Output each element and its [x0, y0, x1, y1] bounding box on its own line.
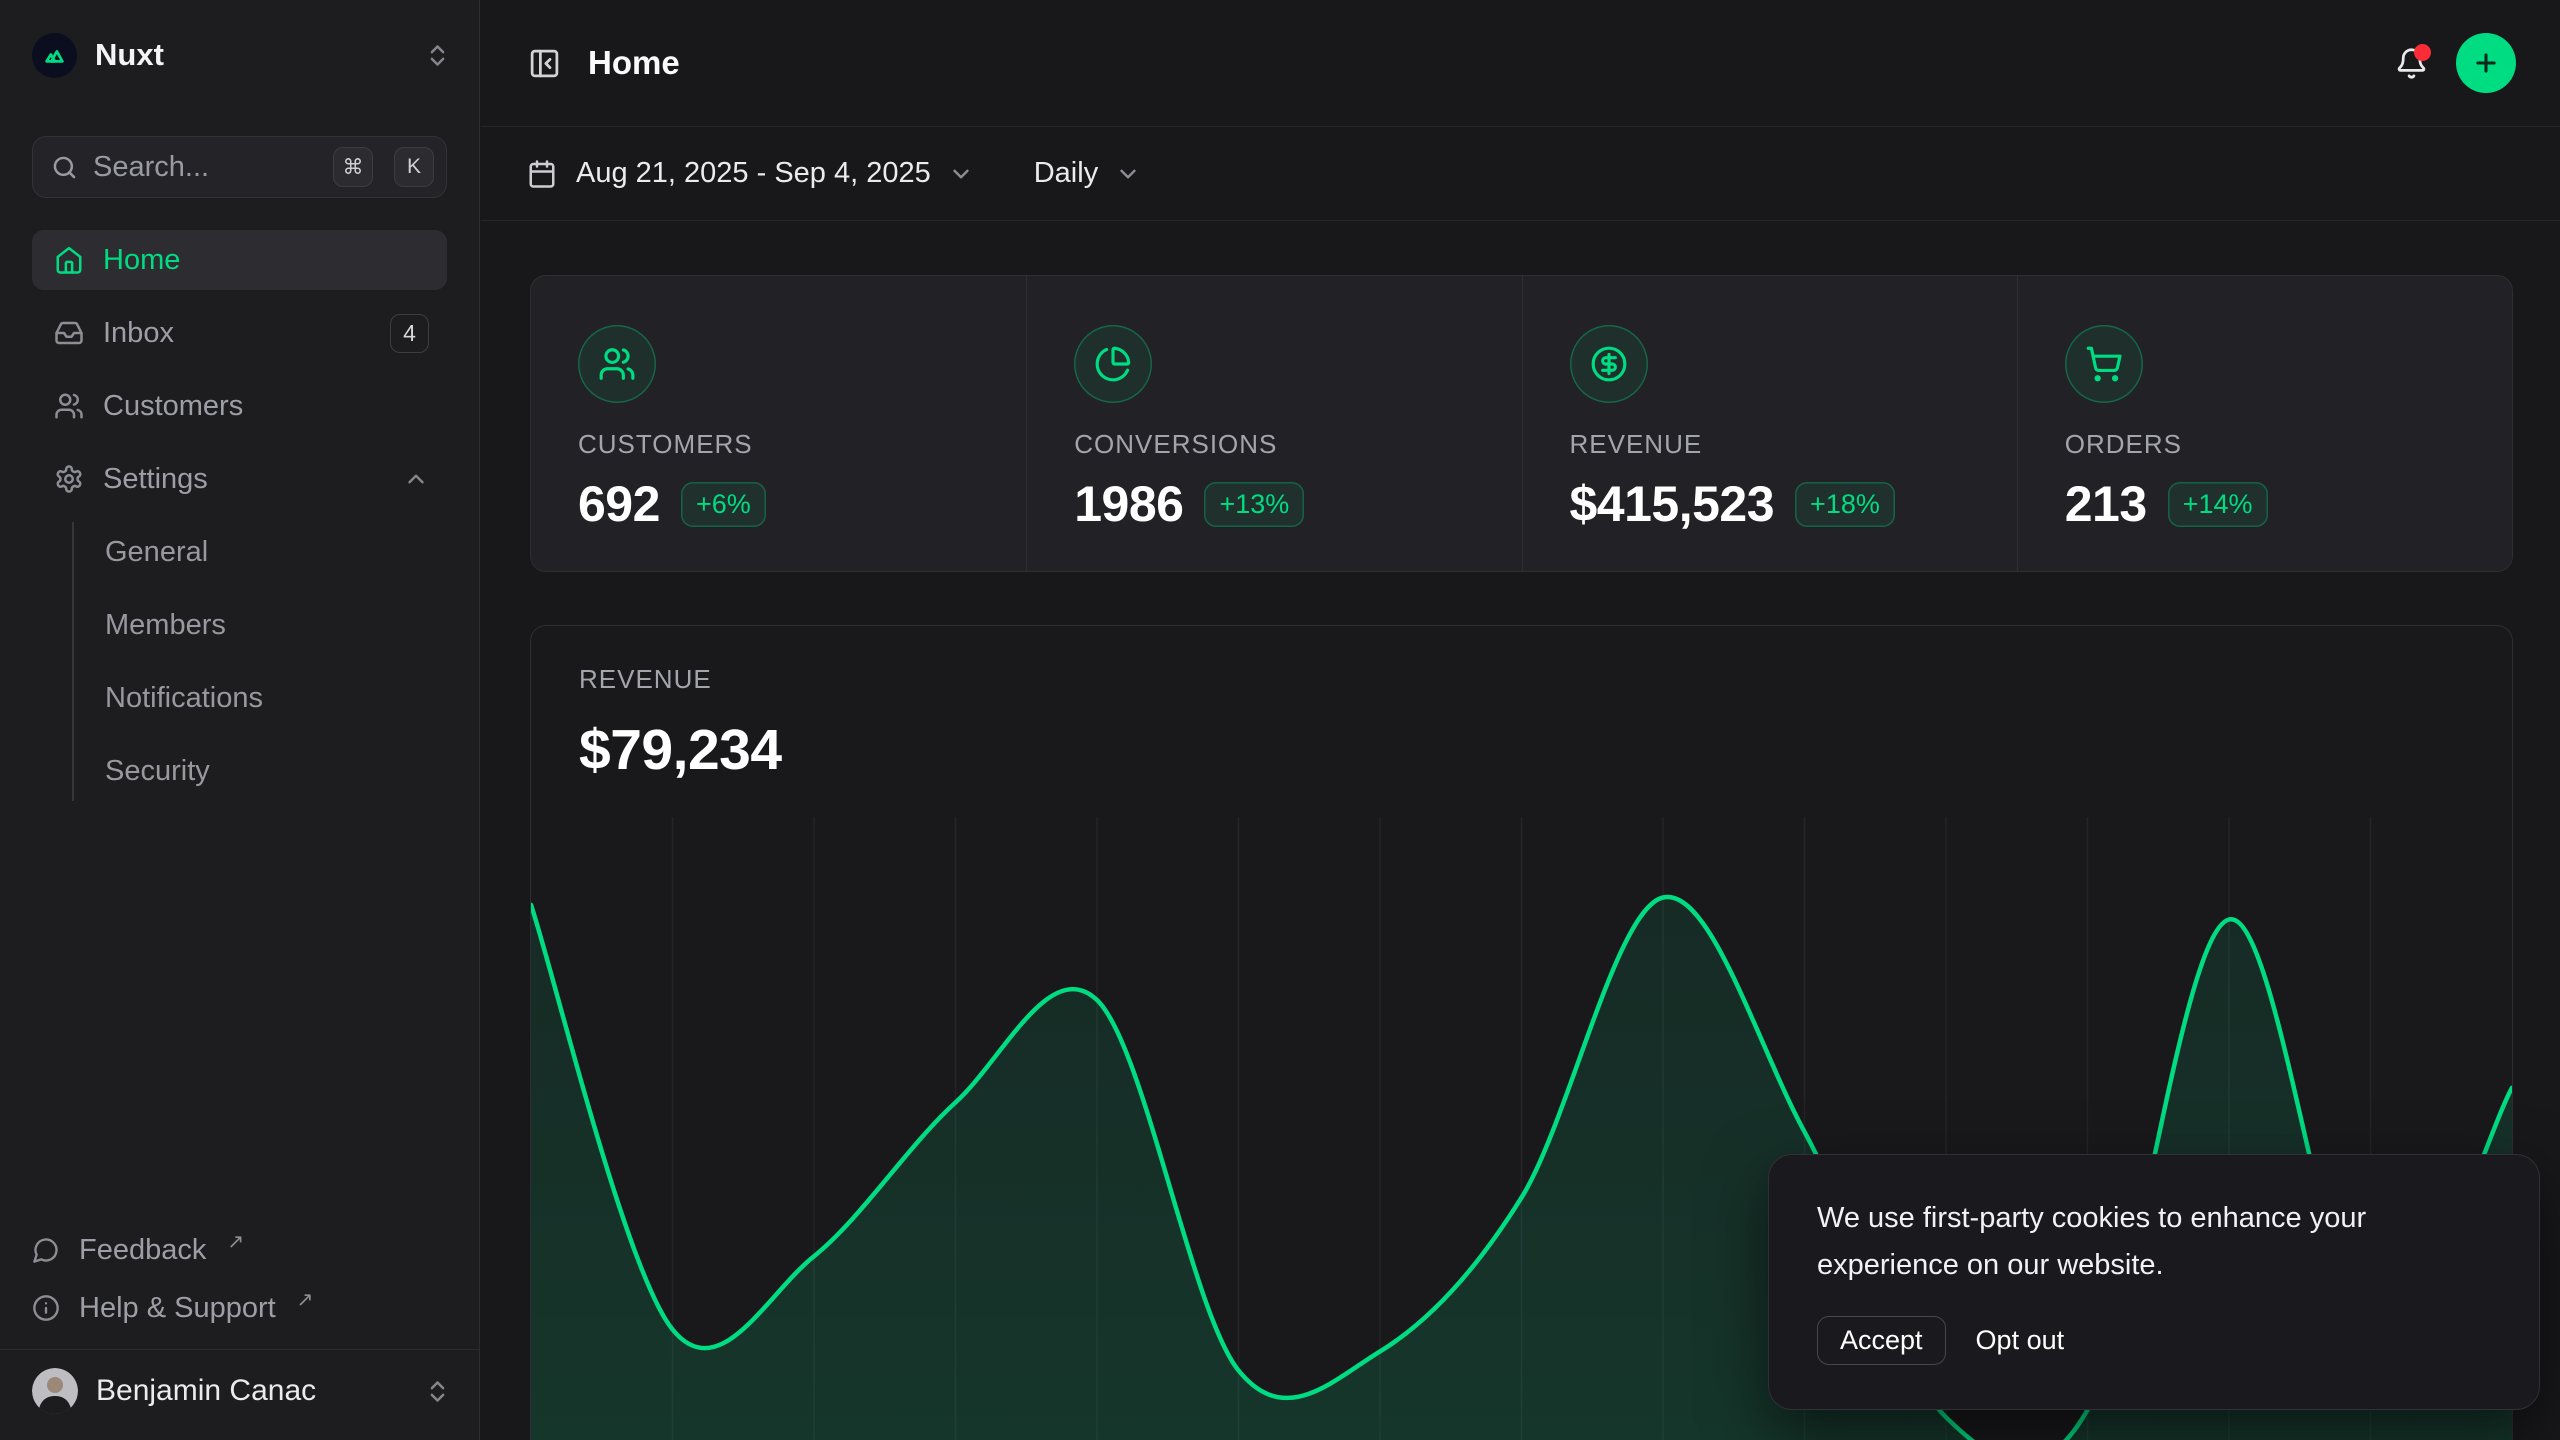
date-range-picker[interactable]: Aug 21, 2025 - Sep 4, 2025 [527, 157, 974, 190]
search-icon [51, 154, 78, 181]
feedback-link[interactable]: Feedback ↗ [32, 1221, 447, 1279]
cart-icon [2065, 325, 2143, 403]
date-range-value: Aug 21, 2025 - Sep 4, 2025 [576, 157, 931, 190]
add-button[interactable] [2456, 33, 2516, 93]
stat-delta-badge: +13% [1204, 482, 1304, 527]
users-icon [54, 391, 84, 421]
kbd-cmd: ⌘ [333, 147, 373, 187]
inbox-icon [54, 318, 84, 348]
chevrons-up-down-icon [424, 42, 451, 69]
settings-subnav: General Members Notifications Security [72, 522, 447, 801]
stats-card: CUSTOMERS 692 +6% CONVERSIONS 1986 +13% [530, 275, 2513, 572]
sidebar-item-label: Home [103, 244, 180, 277]
stat-conversions: CONVERSIONS 1986 +13% [1026, 276, 1521, 571]
sidebar-item-security[interactable]: Security [74, 741, 447, 801]
granularity-value: Daily [1034, 157, 1098, 190]
sidebar-item-label: Inbox [103, 317, 174, 350]
header: Home [481, 0, 2560, 127]
feedback-label: Feedback [79, 1234, 206, 1267]
cookie-banner: We use first-party cookies to enhance yo… [1768, 1154, 2540, 1410]
calendar-icon [527, 159, 557, 189]
stat-label: CUSTOMERS [578, 429, 996, 460]
sidebar-item-label: Settings [103, 463, 208, 496]
kbd-k: K [394, 147, 434, 187]
nuxt-logo-icon [32, 33, 77, 78]
search-placeholder: Search... [93, 151, 209, 184]
chevron-up-icon [403, 466, 429, 492]
stat-delta-badge: +18% [1795, 482, 1895, 527]
pie-chart-icon [1074, 325, 1152, 403]
stat-value: 1986 [1074, 475, 1183, 533]
user-name: Benjamin Canac [96, 1374, 316, 1408]
gear-icon [54, 464, 84, 494]
sidebar-item-members[interactable]: Members [74, 595, 447, 655]
help-support-label: Help & Support [79, 1292, 276, 1325]
sidebar-item-notifications[interactable]: Notifications [74, 668, 447, 728]
sidebar-item-label: Customers [103, 390, 243, 423]
user-menu[interactable]: Benjamin Canac [32, 1368, 451, 1414]
stat-label: REVENUE [1570, 429, 1987, 460]
stat-customers: CUSTOMERS 692 +6% [531, 276, 1026, 571]
workspace-switcher[interactable]: Nuxt [32, 26, 451, 84]
stat-delta-badge: +14% [2168, 482, 2268, 527]
chart-total-value: $79,234 [579, 717, 2464, 783]
stat-label: ORDERS [2065, 429, 2482, 460]
stat-revenue: REVENUE $415,523 +18% [1522, 276, 2017, 571]
cookie-message: We use first-party cookies to enhance yo… [1817, 1195, 2467, 1288]
inbox-count-badge: 4 [390, 314, 429, 353]
message-circle-icon [32, 1236, 60, 1264]
sidebar: Nuxt Search... ⌘ K Home Inbox 4 [0, 0, 480, 1440]
accept-cookies-button[interactable]: Accept [1817, 1316, 1946, 1365]
stat-value: 692 [578, 475, 660, 533]
user-avatar [32, 1368, 78, 1414]
search-input[interactable]: Search... ⌘ K [32, 136, 447, 198]
info-icon [32, 1294, 60, 1322]
stat-orders: ORDERS 213 +14% [2017, 276, 2512, 571]
stat-value: 213 [2065, 475, 2147, 533]
sidebar-item-home[interactable]: Home [32, 230, 447, 290]
stat-label: CONVERSIONS [1074, 429, 1491, 460]
granularity-select[interactable]: Daily [1034, 157, 1141, 190]
sidebar-item-inbox[interactable]: Inbox 4 [32, 303, 447, 363]
users-icon [578, 325, 656, 403]
stat-delta-badge: +6% [681, 482, 766, 527]
sidebar-item-customers[interactable]: Customers [32, 376, 447, 436]
help-support-link[interactable]: Help & Support ↗ [32, 1279, 447, 1337]
sidebar-footer-links: Feedback ↗ Help & Support ↗ [32, 1221, 447, 1337]
chevron-down-icon [948, 161, 974, 187]
notification-dot-badge [2414, 44, 2431, 61]
sidebar-item-general[interactable]: General [74, 522, 447, 582]
plus-icon [2472, 49, 2500, 77]
workspace-name: Nuxt [95, 37, 164, 73]
external-link-arrow-icon: ↗ [297, 1287, 314, 1312]
chevrons-up-down-icon [424, 1378, 451, 1405]
external-link-arrow-icon: ↗ [227, 1229, 244, 1254]
opt-out-button[interactable]: Opt out [1976, 1325, 2065, 1356]
chevron-down-icon [1115, 161, 1141, 187]
sidebar-item-settings[interactable]: Settings [32, 449, 447, 509]
dollar-circle-icon [1570, 325, 1648, 403]
collapse-sidebar-button[interactable] [528, 47, 561, 80]
filters-toolbar: Aug 21, 2025 - Sep 4, 2025 Daily [481, 127, 2560, 221]
home-icon [54, 245, 84, 275]
notifications-button[interactable] [2395, 47, 2428, 80]
user-area: Benjamin Canac [0, 1349, 479, 1440]
sidebar-nav: Home Inbox 4 Customers Settings [32, 230, 447, 814]
chart-title-label: REVENUE [579, 664, 2464, 695]
page-title: Home [588, 44, 680, 82]
stat-value: $415,523 [1570, 475, 1775, 533]
